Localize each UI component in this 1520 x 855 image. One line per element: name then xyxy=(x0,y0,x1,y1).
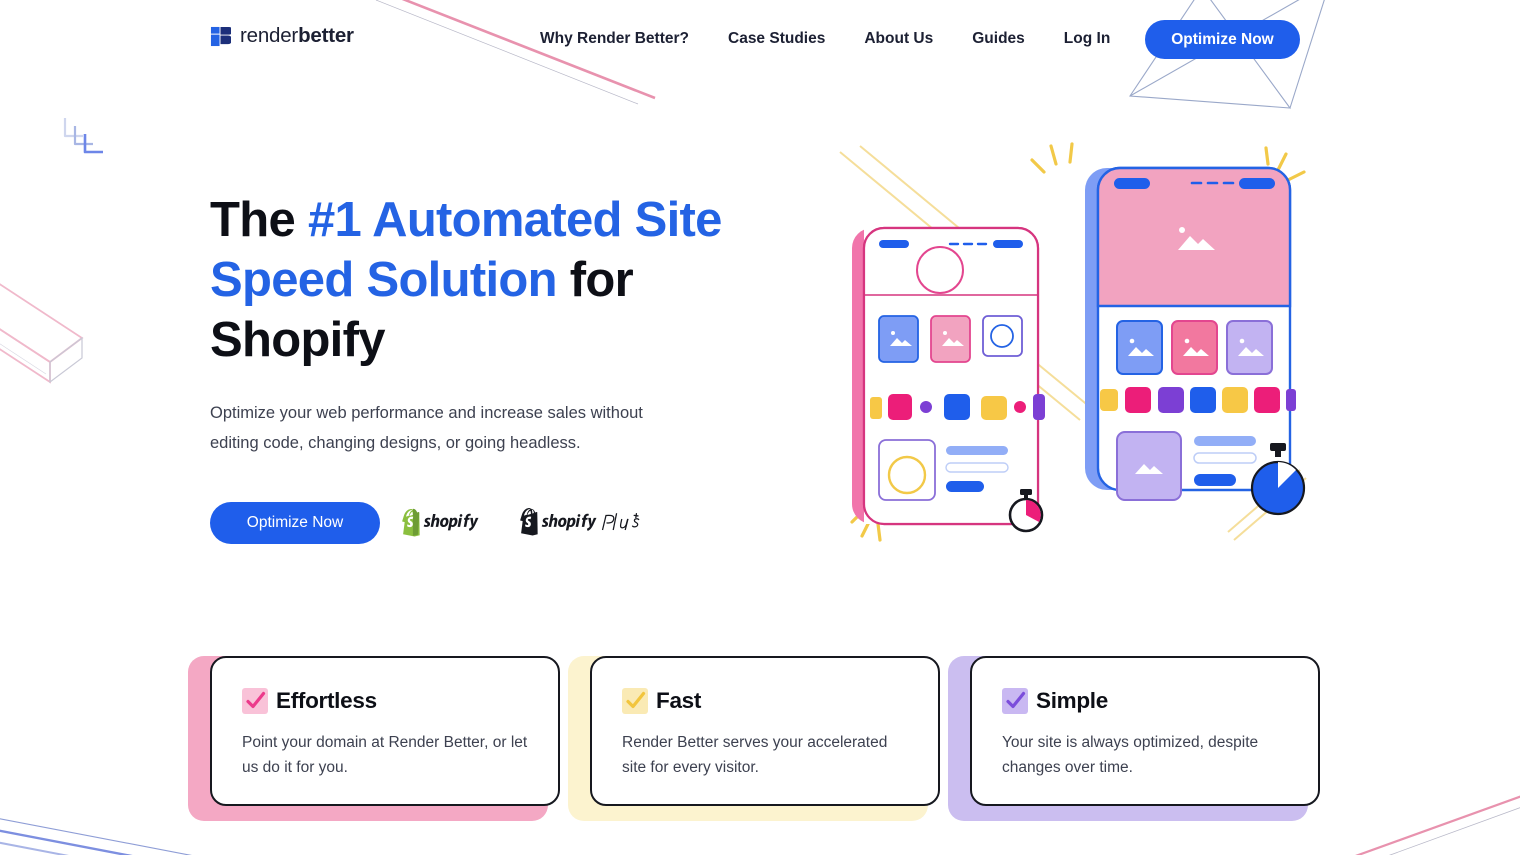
hero-illustration xyxy=(830,140,1330,560)
card-body: Render Better serves your accelerated si… xyxy=(622,734,888,776)
check-icon xyxy=(622,688,648,714)
feature-card-effortless: Effortless Point your domain at Render B… xyxy=(188,640,580,825)
nav-item-case-studies[interactable]: Case Studies xyxy=(728,22,825,56)
card-face: Effortless Point your domain at Render B… xyxy=(210,656,560,806)
card-header: Simple xyxy=(1002,688,1288,714)
check-icon xyxy=(242,688,268,714)
hero-title-part1: The xyxy=(210,193,308,247)
render-better-logo-icon xyxy=(210,26,231,46)
card-body: Your site is always optimized, despite c… xyxy=(1002,734,1259,776)
card-title: Fast xyxy=(656,688,702,713)
logo[interactable]: renderbetter xyxy=(210,24,354,48)
feature-cards: Effortless Point your domain at Render B… xyxy=(0,640,1520,840)
card-header: Effortless xyxy=(242,688,528,714)
hero-section: The #1 Automated Site Speed Solution for… xyxy=(0,0,1520,620)
hero-subtitle: Optimize your web performance and increa… xyxy=(210,404,643,452)
nav-item-why-render-better[interactable]: Why Render Better? xyxy=(540,22,689,56)
shopify-logo xyxy=(402,508,479,537)
partner-logos xyxy=(402,508,665,538)
hero-actions: Optimize Now xyxy=(210,502,790,544)
logo-text: renderbetter xyxy=(240,24,354,48)
header-optimize-now-button[interactable]: Optimize Now xyxy=(1145,20,1300,59)
hero-title: The #1 Automated Site Speed Solution for… xyxy=(210,190,790,370)
nav-item-guides[interactable]: Guides xyxy=(972,22,1025,56)
hero-optimize-now-button[interactable]: Optimize Now xyxy=(210,502,380,544)
check-icon xyxy=(1002,688,1028,714)
logo-text-bold: better xyxy=(298,24,354,47)
logo-text-light: render xyxy=(240,24,299,47)
card-face: Fast Render Better serves your accelerat… xyxy=(590,656,940,806)
nav-item-about-us[interactable]: About Us xyxy=(864,22,933,56)
card-title: Simple xyxy=(1036,688,1108,713)
shopify-plus-logo xyxy=(520,508,640,536)
nav-item-log-in[interactable]: Log In xyxy=(1064,22,1111,56)
hero-copy: The #1 Automated Site Speed Solution for… xyxy=(210,190,790,544)
site-header: renderbetter Why Render Better? Case Stu… xyxy=(0,0,1520,78)
card-face: Simple Your site is always optimized, de… xyxy=(970,656,1320,806)
blue-phone-mockup xyxy=(1085,166,1296,501)
card-header: Fast xyxy=(622,688,908,714)
feature-card-fast: Fast Render Better serves your accelerat… xyxy=(568,640,960,825)
card-title: Effortless xyxy=(276,688,377,713)
card-body: Point your domain at Render Better, or l… xyxy=(242,734,528,776)
feature-card-simple: Simple Your site is always optimized, de… xyxy=(948,640,1340,825)
pink-phone-mockup xyxy=(852,226,1045,526)
main-navigation: Why Render Better? Case Studies About Us… xyxy=(540,0,1110,78)
page-root: renderbetter Why Render Better? Case Stu… xyxy=(0,0,1520,855)
